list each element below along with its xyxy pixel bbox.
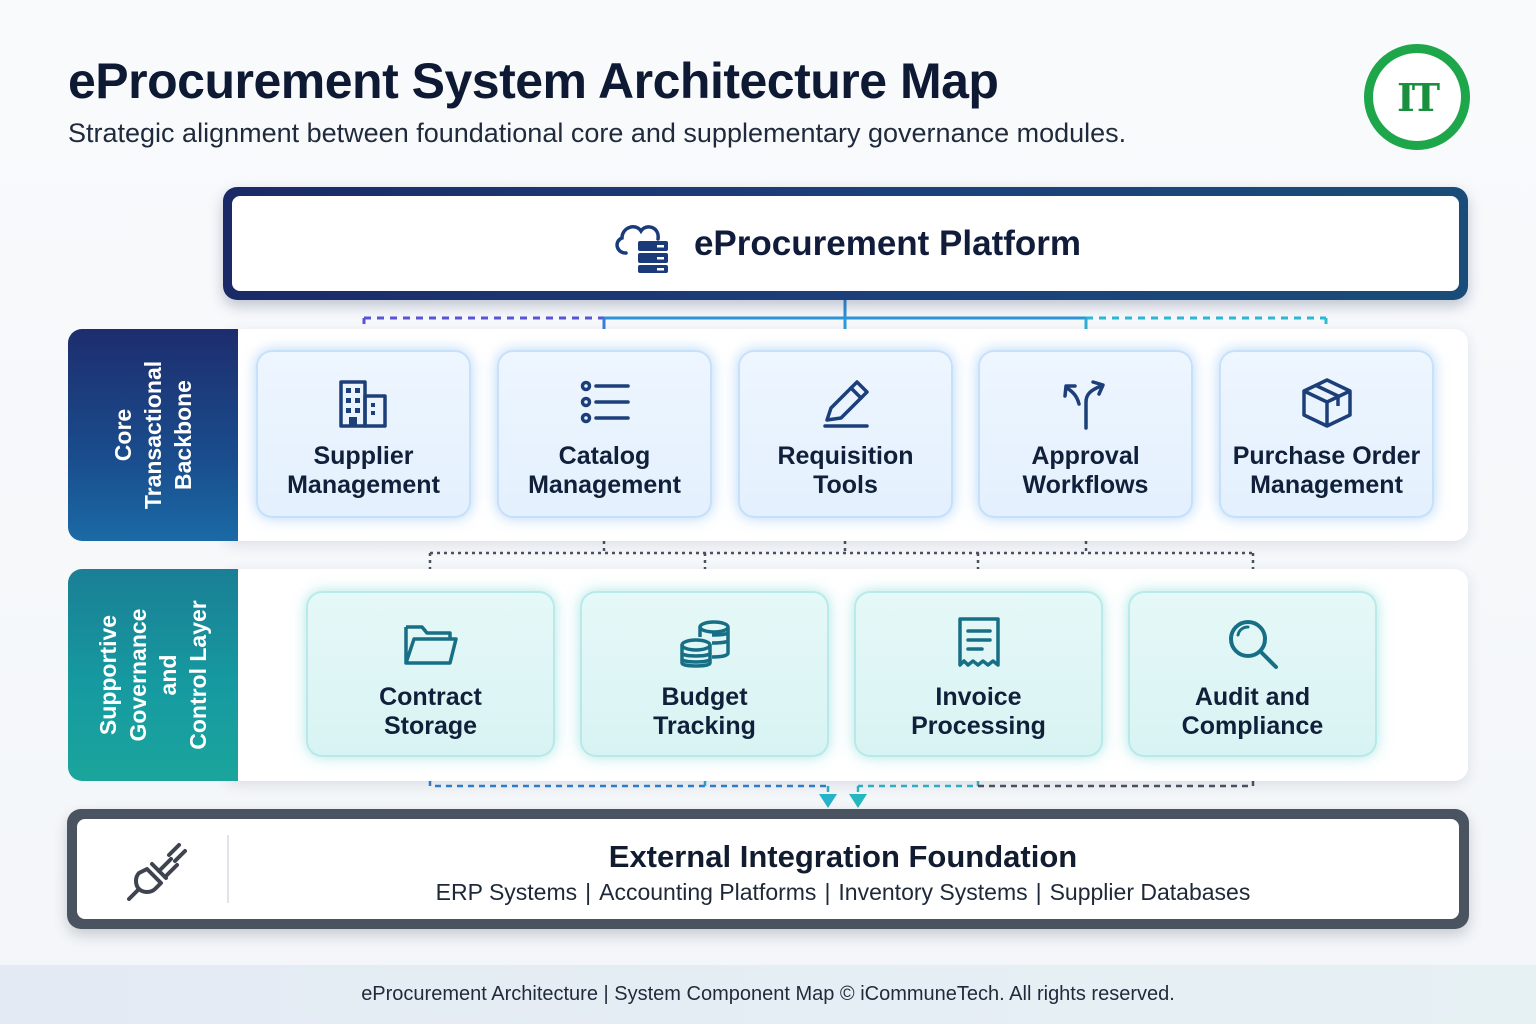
building-icon	[338, 380, 387, 428]
footer-bar: eProcurement Architecture | System Compo…	[0, 965, 1536, 1024]
module-contract-storage[interactable]: Contract Storage	[306, 591, 555, 757]
package-icon	[1301, 378, 1352, 428]
module-label: Requisition Tools	[777, 442, 914, 499]
module-label: Approval Workflows	[1022, 442, 1149, 499]
module-label: Supplier Management	[287, 442, 440, 499]
module-label: Audit and Compliance	[1181, 683, 1324, 740]
module-label: Catalog Management	[528, 442, 681, 499]
foundation-title: External Integration Foundation	[608, 839, 1078, 874]
pencil-icon	[822, 380, 869, 428]
separator: |	[585, 879, 592, 905]
foundation-systems: ERP Systems | Accounting Platforms | Invento…	[77, 879, 1459, 906]
integration-foundation-inner: External Integration Foundation ERP Syst…	[77, 819, 1459, 919]
cloud-server-icon	[615, 224, 668, 273]
separator: |	[824, 879, 831, 905]
system-accounting: Accounting Platforms	[599, 879, 817, 905]
magnifier-icon	[1228, 620, 1278, 669]
module-label: Purchase Order Management	[1232, 442, 1421, 499]
integration-foundation: External Integration Foundation ERP Syst…	[67, 809, 1469, 929]
module-requisition-tools[interactable]: Requisition Tools	[738, 350, 953, 518]
module-label: Budget Tracking	[653, 683, 756, 740]
list-icon	[580, 380, 630, 424]
core-layer-label: Core Transactional Backbone	[68, 329, 238, 541]
module-label: Invoice Processing	[911, 683, 1046, 740]
module-supplier-management[interactable]: Supplier Management	[256, 350, 471, 518]
footer-text: eProcurement Architecture | System Compo…	[361, 983, 1175, 1005]
platform-inner: eProcurement Platform	[232, 196, 1459, 291]
module-catalog-management[interactable]: Catalog Management	[497, 350, 712, 518]
separator: |	[1035, 879, 1042, 905]
split-arrow-icon	[1062, 380, 1105, 430]
support-layer-label-text: Supportive Governance and Control Layer	[95, 600, 211, 750]
receipt-icon	[957, 617, 1000, 667]
module-budget-tracking[interactable]: Budget Tracking	[580, 591, 829, 757]
platform-title: eProcurement Platform	[693, 223, 1082, 263]
module-label: Contract Storage	[379, 683, 482, 740]
platform-box: eProcurement Platform	[223, 187, 1468, 300]
support-to-foundation-arrows	[819, 794, 867, 808]
support-layer-label: Supportive Governance and Control Layer	[68, 569, 238, 781]
system-supplier-db: Supplier Databases	[1049, 879, 1251, 905]
module-purchase-order-management[interactable]: Purchase Order Management	[1219, 350, 1434, 518]
system-inventory: Inventory Systems	[838, 879, 1028, 905]
module-approval-workflows[interactable]: Approval Workflows	[978, 350, 1193, 518]
module-invoice-processing[interactable]: Invoice Processing	[854, 591, 1103, 757]
folder-icon	[403, 625, 458, 665]
coins-icon	[679, 620, 730, 668]
module-audit-and-compliance[interactable]: Audit and Compliance	[1128, 591, 1377, 757]
core-layer-label-text: Core Transactional Backbone	[110, 360, 196, 510]
system-erp: ERP Systems	[435, 879, 578, 905]
